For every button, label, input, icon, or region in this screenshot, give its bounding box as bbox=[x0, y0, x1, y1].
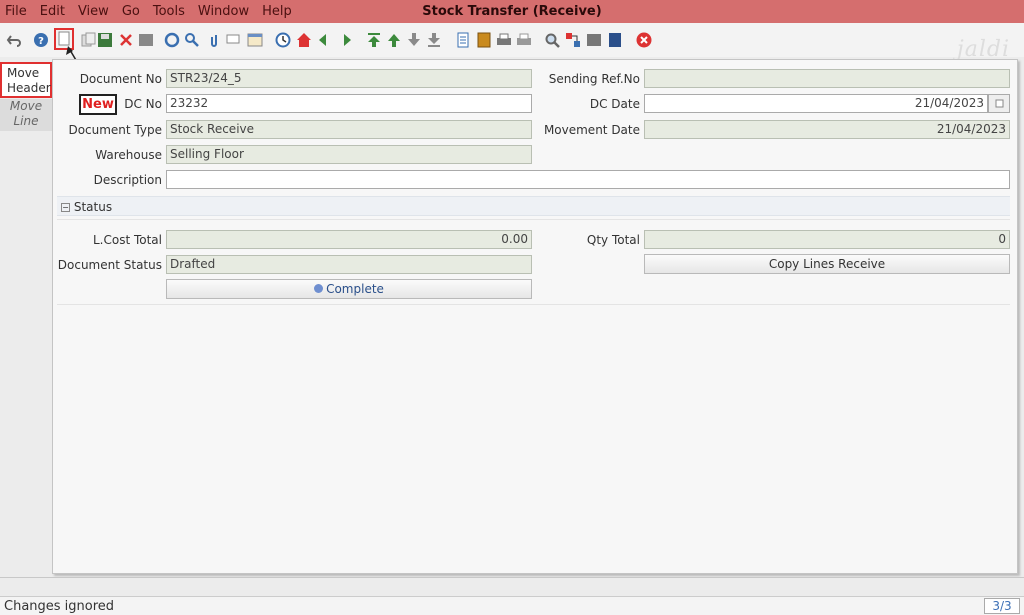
status-section-header[interactable]: − Status bbox=[57, 196, 1010, 216]
complete-icon bbox=[314, 284, 324, 293]
new-callout: New bbox=[79, 94, 117, 115]
qty-total-label: Qty Total bbox=[586, 233, 640, 247]
dc-date-field[interactable]: 21/04/2023 bbox=[644, 94, 988, 113]
forward-icon[interactable] bbox=[337, 32, 353, 48]
document-status-label: Document Status bbox=[57, 258, 162, 272]
document-no-field[interactable]: STR23/24_5 bbox=[166, 69, 532, 88]
print-preview-icon[interactable] bbox=[496, 32, 512, 48]
attachment-icon[interactable] bbox=[206, 32, 222, 48]
help-icon[interactable]: ? bbox=[33, 32, 49, 48]
title-bar: File Edit View Go Tools Window Help Stoc… bbox=[0, 0, 1024, 23]
warehouse-field[interactable]: Selling Floor bbox=[166, 145, 532, 164]
copy-lines-receive-button[interactable]: Copy Lines Receive bbox=[644, 254, 1010, 274]
status-section-title: Status bbox=[73, 200, 113, 214]
report-icon[interactable] bbox=[455, 32, 471, 48]
status-line: Changes ignored 3/3 bbox=[0, 596, 1024, 615]
print-icon[interactable] bbox=[516, 32, 532, 48]
previous-record-icon[interactable] bbox=[386, 32, 402, 48]
workflow-icon[interactable] bbox=[565, 32, 581, 48]
calendar-icon bbox=[995, 99, 1004, 108]
complete-button[interactable]: Complete bbox=[166, 279, 532, 299]
description-label: Description bbox=[93, 173, 162, 187]
document-no-label: Document No bbox=[79, 72, 162, 86]
archive-icon[interactable] bbox=[476, 32, 492, 48]
record-pager[interactable]: 3/3 bbox=[984, 598, 1020, 614]
warehouse-label: Warehouse bbox=[95, 148, 162, 162]
status-message: Changes ignored bbox=[4, 599, 115, 614]
dc-date-label: DC Date bbox=[589, 97, 640, 111]
sending-ref-field[interactable] bbox=[644, 69, 1010, 88]
divider bbox=[57, 219, 1010, 220]
home-icon[interactable] bbox=[296, 32, 312, 48]
calendar-button[interactable] bbox=[988, 94, 1010, 113]
collapse-icon: − bbox=[61, 203, 70, 212]
document-type-field[interactable]: Stock Receive bbox=[166, 120, 532, 139]
movement-date-label: Movement Date bbox=[543, 123, 640, 137]
request-icon[interactable] bbox=[607, 32, 623, 48]
tab-move-header[interactable]: Move Header bbox=[0, 62, 52, 98]
undo-icon[interactable] bbox=[6, 32, 22, 48]
svg-text:?: ? bbox=[38, 36, 44, 47]
document-status-field[interactable]: Drafted bbox=[166, 255, 532, 274]
toolbar: ? jaldi bbox=[0, 23, 1024, 62]
product-info-icon[interactable] bbox=[586, 32, 602, 48]
divider bbox=[0, 577, 1024, 578]
close-window-icon[interactable] bbox=[636, 32, 652, 48]
sending-ref-label: Sending Ref.No bbox=[548, 72, 640, 86]
complete-button-label: Complete bbox=[326, 282, 384, 296]
movement-date-field[interactable]: 21/04/2023 bbox=[644, 120, 1010, 139]
lcost-total-label: L.Cost Total bbox=[92, 233, 162, 247]
first-record-icon[interactable] bbox=[366, 32, 382, 48]
document-type-label: Document Type bbox=[68, 123, 162, 137]
description-field[interactable] bbox=[166, 170, 1010, 189]
last-record-icon[interactable] bbox=[426, 32, 442, 48]
history-icon[interactable] bbox=[275, 32, 291, 48]
new-record-icon[interactable] bbox=[54, 28, 74, 50]
find-icon[interactable] bbox=[184, 32, 200, 48]
refresh-icon[interactable] bbox=[164, 32, 180, 48]
delete-icon[interactable] bbox=[118, 32, 134, 48]
dc-no-field[interactable]: 23232 bbox=[166, 94, 532, 113]
tab-move-line[interactable]: Move Line bbox=[0, 99, 52, 131]
delete-selection-icon[interactable] bbox=[138, 32, 154, 48]
window-title: Stock Transfer (Receive) bbox=[422, 4, 602, 19]
copy-record-icon[interactable] bbox=[80, 32, 96, 48]
back-icon[interactable] bbox=[317, 32, 333, 48]
grid-toggle-icon[interactable] bbox=[247, 32, 263, 48]
lcost-total-field[interactable]: 0.00 bbox=[166, 230, 532, 249]
zoom-across-icon[interactable] bbox=[545, 32, 561, 48]
qty-total-field[interactable]: 0 bbox=[644, 230, 1010, 249]
chat-icon[interactable] bbox=[226, 32, 242, 48]
divider bbox=[57, 304, 1010, 305]
save-icon[interactable] bbox=[97, 32, 113, 48]
next-record-icon[interactable] bbox=[406, 32, 422, 48]
